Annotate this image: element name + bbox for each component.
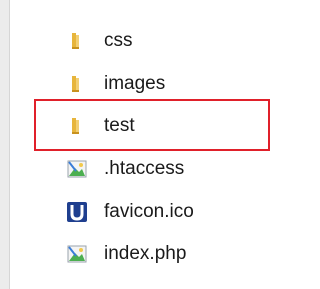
list-item-css[interactable]: css <box>0 20 266 63</box>
file-name: favicon.ico <box>104 200 194 222</box>
u-app-icon <box>66 201 88 223</box>
file-name: images <box>104 72 166 94</box>
list-item-images[interactable]: images <box>0 63 266 106</box>
image-file-icon <box>66 158 88 180</box>
list-item-index-php[interactable]: index.php <box>0 233 266 276</box>
list-item-htaccess[interactable]: .htaccess <box>0 148 266 191</box>
image-file-icon <box>66 243 88 265</box>
file-name: test <box>104 115 135 137</box>
file-name: .htaccess <box>104 158 185 180</box>
file-list: css images test .htaccess favicon.ico in… <box>0 20 266 276</box>
list-item-favicon[interactable]: favicon.ico <box>0 190 266 233</box>
folder-icon <box>66 73 88 95</box>
folder-icon <box>66 30 88 52</box>
list-item-test[interactable]: test <box>0 105 266 148</box>
folder-icon <box>66 115 88 137</box>
file-name: css <box>104 30 133 52</box>
file-name: index.php <box>104 243 187 265</box>
